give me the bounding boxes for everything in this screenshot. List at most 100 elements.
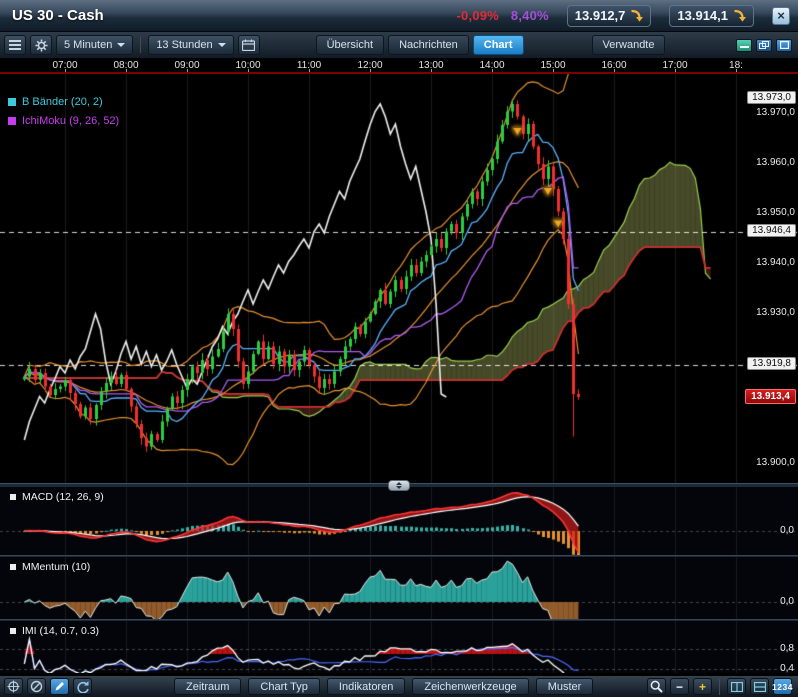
axis-tick <box>553 69 554 72</box>
momentum-canvas[interactable] <box>0 557 798 619</box>
restore-icon <box>759 40 769 49</box>
price-label: 13.930,0 <box>756 307 795 318</box>
zoom-in-button[interactable]: + <box>693 678 712 695</box>
axis-tick <box>65 69 66 72</box>
panel-title-label: MACD (12, 26, 9) <box>22 491 104 503</box>
panel-title-label: MMentum (10) <box>22 561 91 573</box>
zoom-button[interactable] <box>647 678 666 695</box>
list-icon <box>9 40 21 50</box>
drawing-toolbar: Zeitraum Chart Typ Indikatoren Zeichenwe… <box>0 675 798 697</box>
split-vertical-icon <box>730 681 743 692</box>
zeichenwerkzeuge-button[interactable]: Zeichenwerkzeuge <box>412 678 529 695</box>
legend-ichimoku[interactable]: IchiMoku (9, 26, 52) <box>8 115 119 127</box>
show-values-button[interactable]: 1234 <box>772 678 792 695</box>
legend-label: B Bänder (20, 2) <box>22 96 103 108</box>
last-price-badge: 13.913,4 <box>745 389 796 404</box>
price-label: 13.919,8 <box>747 357 796 370</box>
chevron-up-icon <box>396 482 402 485</box>
close-button[interactable]: × <box>772 6 790 25</box>
price-chart: B Bänder (20, 2) IchiMoku (9, 26, 52) 13… <box>0 74 798 483</box>
calendar-button[interactable] <box>237 35 260 55</box>
timeframe-dropdown[interactable]: 5 Minuten <box>56 35 134 55</box>
collapse-panel-button[interactable] <box>736 38 752 52</box>
axis-tick <box>614 69 615 72</box>
timeframe-label: 5 Minuten <box>64 39 113 51</box>
chevron-down-icon <box>217 43 226 47</box>
tab-uebersicht[interactable]: Übersicht <box>315 35 385 55</box>
panel-bullet-icon <box>10 494 16 500</box>
indikatoren-button[interactable]: Indikatoren <box>326 678 406 695</box>
imi-panel: IMI (14, 0.7, 0.3) 0,8 0,4 <box>0 621 798 674</box>
chart-region: 07:00 08:00 09:00 10:00 11:00 12:00 13:00 14:00… <box>0 59 798 675</box>
macd-title: MACD (12, 26, 9) <box>10 491 104 503</box>
zeitraum-button[interactable]: Zeitraum <box>174 678 242 695</box>
toolbar-separator <box>140 37 142 53</box>
panel-collapse-handle[interactable] <box>388 480 410 491</box>
macd-canvas[interactable] <box>0 487 798 555</box>
chevron-down-icon <box>396 486 402 489</box>
legend-color-chip <box>8 98 16 106</box>
sell-price-button[interactable]: 13.912,7 <box>566 4 652 27</box>
no-sign-icon <box>30 680 43 693</box>
axis-tick <box>309 69 310 72</box>
buy-price-button[interactable]: 13.914,1 <box>669 4 754 27</box>
price-label: 13.970,0 <box>756 107 795 118</box>
minimize-icon <box>739 46 749 48</box>
legend-label: IchiMoku (9, 26, 52) <box>22 115 120 127</box>
sell-price-value: 13.912,7 <box>574 8 626 23</box>
price-label: 13.946,4 <box>747 224 796 237</box>
toolbar-separator <box>719 678 720 695</box>
panel-level-label: 0,4 <box>780 662 794 674</box>
zoom-controls: − + 1234 <box>647 678 792 695</box>
panel-window-controls <box>736 38 792 52</box>
grid-view-button[interactable] <box>4 35 26 55</box>
buy-arrow-icon <box>734 9 746 22</box>
maximize-panel-button[interactable] <box>776 38 792 52</box>
price-label: 13.900,0 <box>756 457 795 468</box>
crosshair-icon <box>7 680 20 693</box>
stack-pane-button[interactable] <box>750 678 769 695</box>
tab-verwandte[interactable]: Verwandte <box>591 35 666 55</box>
span-label: 13 Stunden <box>156 39 213 51</box>
price-label: 13.940,0 <box>756 257 795 268</box>
panel-bullet-icon <box>10 628 16 634</box>
split-horizontal-icon <box>753 681 766 692</box>
panel-level-label: 0,8 <box>780 643 794 655</box>
pencil-icon <box>55 682 64 691</box>
undo-arrow-icon <box>77 681 89 693</box>
chart-menu-buttons: Zeitraum Chart Typ Indikatoren Zeichenwe… <box>174 678 594 695</box>
instrument-window: US 30 - Cash -0,09% 8,40% 13.912,7 13.91… <box>0 0 798 697</box>
sell-arrow-icon <box>631 9 644 22</box>
legend-bollinger-bands[interactable]: B Bänder (20, 2) <box>8 96 119 108</box>
tab-chart[interactable]: Chart <box>472 35 524 55</box>
axis-tick <box>431 69 432 72</box>
axis-tick <box>675 69 676 72</box>
span-dropdown[interactable]: 13 Stunden <box>148 35 234 55</box>
crosshair-button[interactable] <box>4 678 23 695</box>
gear-icon <box>35 39 47 51</box>
restore-panel-button[interactable] <box>756 38 772 52</box>
change-percent: -0,09% <box>456 8 499 23</box>
muster-button[interactable]: Muster <box>535 678 594 695</box>
panel-level-label: 0,0 <box>780 525 794 536</box>
imi-title: IMI (14, 0.7, 0.3) <box>10 625 99 637</box>
titlebar: US 30 - Cash -0,09% 8,40% 13.912,7 13.91… <box>0 0 798 32</box>
price-label: 13.960,0 <box>756 157 795 168</box>
tab-nachrichten[interactable]: Nachrichten <box>388 35 469 55</box>
disable-drawings-button[interactable] <box>27 678 46 695</box>
imi-canvas[interactable] <box>0 621 798 673</box>
range-percent: 8,40% <box>510 8 549 23</box>
axis-tick <box>126 69 127 72</box>
buy-price-value: 13.914,1 <box>677 8 728 23</box>
panel-bullet-icon <box>10 564 16 570</box>
price-chart-canvas[interactable] <box>0 74 798 483</box>
split-pane-button[interactable] <box>727 678 746 695</box>
settings-button[interactable] <box>30 35 52 55</box>
chart-typ-button[interactable]: Chart Typ <box>248 678 320 695</box>
zoom-out-button[interactable]: − <box>670 678 689 695</box>
draw-button[interactable] <box>50 678 69 695</box>
chart-toolbar: 5 Minuten 13 Stunden Übersicht Nachricht… <box>0 32 798 59</box>
undo-button[interactable] <box>73 678 92 695</box>
time-axis: 07:00 08:00 09:00 10:00 11:00 12:00 13:00 14:00… <box>0 59 798 74</box>
macd-panel: MACD (12, 26, 9) 0,0 <box>0 487 798 555</box>
